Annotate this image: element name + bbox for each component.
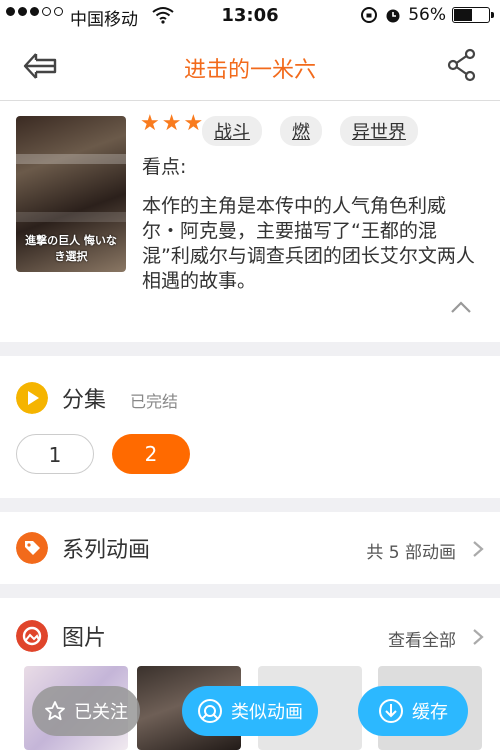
series-count: 共 5 部动画 xyxy=(366,543,456,563)
follow-button[interactable]: 已关注 xyxy=(32,686,140,736)
pictures-header[interactable]: 图片 查看全部 xyxy=(0,606,500,666)
tag-0[interactable]: 战斗 xyxy=(202,116,262,146)
view-all-link[interactable]: 查看全部 xyxy=(388,626,456,651)
download-icon xyxy=(379,699,403,723)
tag-1[interactable]: 燃 xyxy=(280,116,322,146)
episodes-title: 分集 xyxy=(62,388,107,413)
battery-icon xyxy=(452,7,494,23)
similar-anime-button[interactable]: 类似动画 xyxy=(182,686,318,736)
share-icon[interactable] xyxy=(446,48,478,82)
cache-label: 缓存 xyxy=(412,702,448,723)
cover-caption: 進撃の巨人 悔いなき選択 xyxy=(25,234,117,263)
similar-icon xyxy=(198,699,222,723)
pictures-title: 图片 xyxy=(62,626,107,651)
chevron-up-icon[interactable] xyxy=(450,300,472,314)
star-outline-icon xyxy=(45,701,65,721)
chevron-right-icon xyxy=(473,629,484,645)
orientation-lock-icon xyxy=(361,7,378,23)
alarm-icon xyxy=(386,9,400,23)
chevron-right-icon xyxy=(473,541,484,557)
star-icon: ★ xyxy=(183,111,204,136)
section-divider xyxy=(0,498,500,512)
page-title: 进击的一米六 xyxy=(183,58,316,83)
battery-percent: 56% xyxy=(408,5,446,25)
series-title: 系列动画 xyxy=(62,538,151,563)
star-icon: ★ xyxy=(161,111,182,136)
nav-bar: 进击的一米六 xyxy=(0,32,500,101)
episodes-header: 分集 已完结 xyxy=(0,368,500,428)
status-bar: 中国移动 13:06 56% xyxy=(0,0,500,32)
section-divider xyxy=(0,342,500,356)
series-row[interactable]: 系列动画 共 5 部动画 xyxy=(0,518,500,578)
star-icon: ★ xyxy=(140,111,160,136)
anime-info: 進撃の巨人 悔いなき選択 ★ ★ ★ 战斗 燃 异世界 看点: 本作的主角是本传中的… xyxy=(0,100,500,338)
tag-2[interactable]: 异世界 xyxy=(340,116,418,146)
section-divider xyxy=(0,584,500,598)
picture-icon xyxy=(16,620,48,652)
episodes-status: 已完结 xyxy=(130,392,179,411)
tag-icon xyxy=(16,532,48,564)
episode-button-1[interactable]: 1 xyxy=(16,434,94,474)
cache-button[interactable]: 缓存 xyxy=(358,686,468,736)
play-icon xyxy=(16,382,48,414)
episode-button-2[interactable]: 2 xyxy=(112,434,190,474)
highlights-label: 看点: xyxy=(142,156,187,178)
similar-label: 类似动画 xyxy=(231,702,303,723)
cover-image: 進撃の巨人 悔いなき選択 xyxy=(16,116,126,272)
description-text: 本作的主角是本传中的人气角色利威尔・阿克曼，主要描写了“王都的混混”利威尔与调查… xyxy=(142,195,475,292)
follow-label: 已关注 xyxy=(74,702,128,723)
rating-stars: ★ ★ ★ xyxy=(140,112,203,136)
